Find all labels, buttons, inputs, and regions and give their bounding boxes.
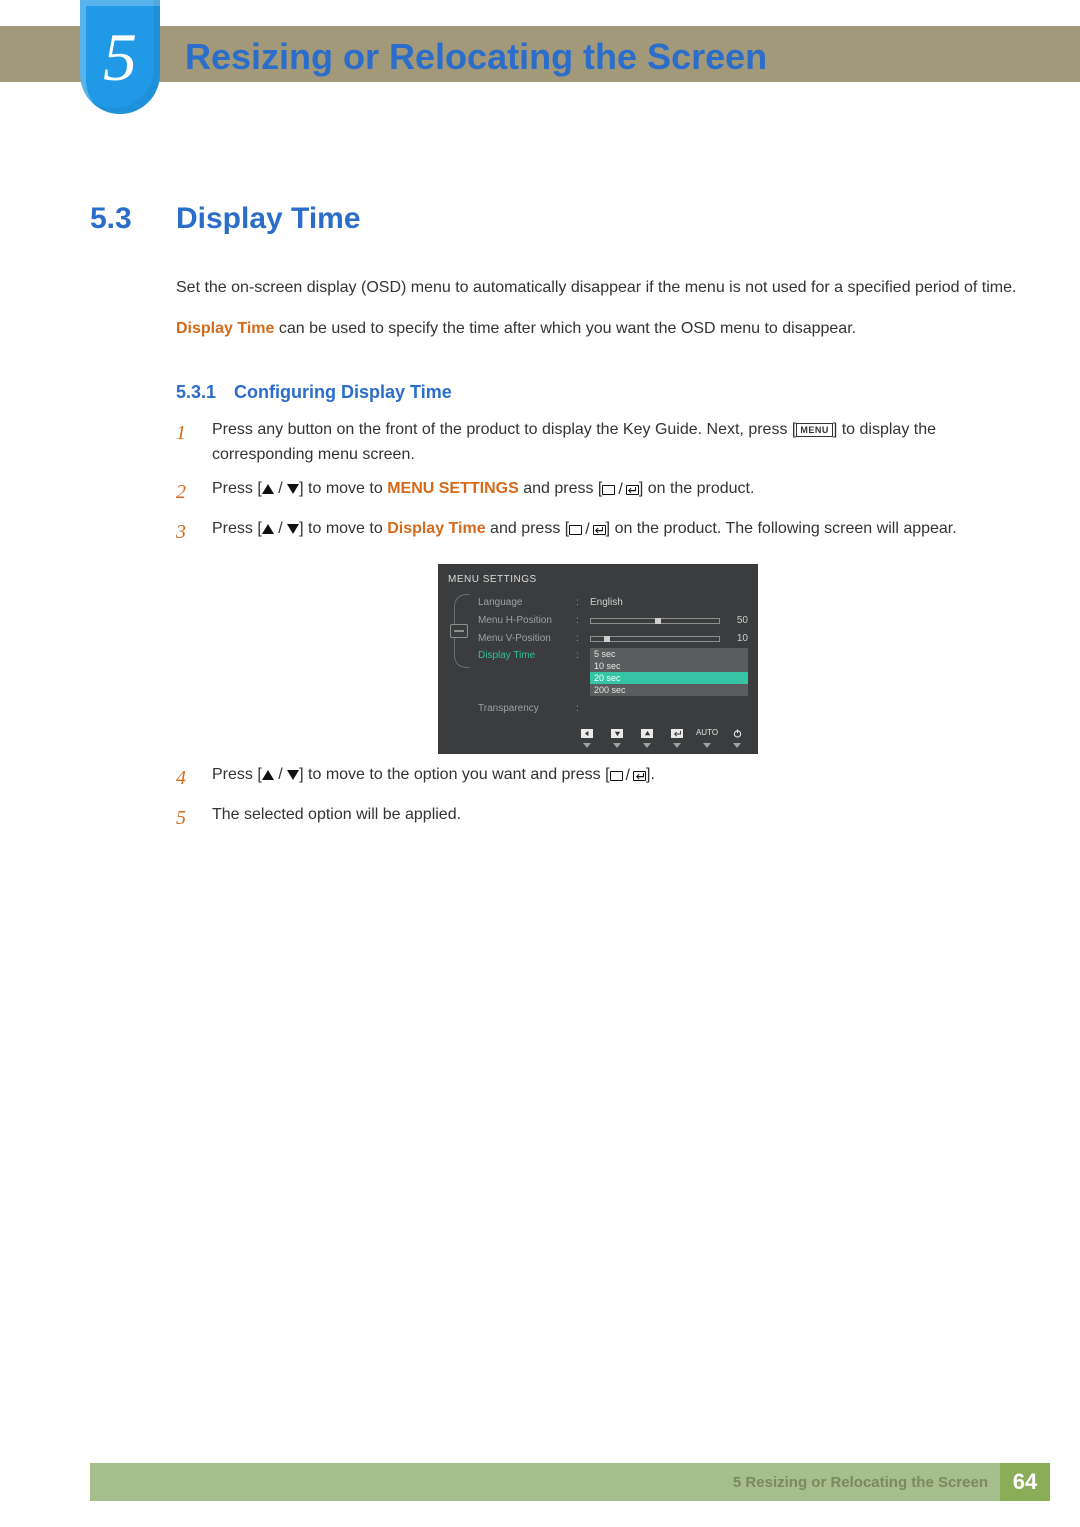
step-4: 4 Press [ / ] to move to the option you …	[176, 762, 1020, 794]
slider: 10	[590, 631, 748, 647]
slider-value: 50	[728, 613, 748, 629]
step-body: Press [ / ] to move to the option you wa…	[212, 762, 1020, 794]
footer-text: 5 Resizing or Relocating the Screen	[733, 1474, 1000, 1491]
osd-panel: MENU SETTINGS Language : English	[438, 564, 758, 754]
nav-up-button	[636, 728, 658, 750]
source-enter-icon: /	[610, 763, 646, 789]
step-number: 1	[176, 417, 194, 468]
source-enter-icon: /	[602, 477, 638, 503]
triangle-down-icon	[287, 484, 299, 494]
section-title: Display Time	[176, 202, 361, 236]
step-number: 5	[176, 802, 194, 834]
section-body: Set the on-screen display (OSD) menu to …	[176, 276, 1020, 342]
nav-back-button	[576, 728, 598, 750]
nav-power-button	[726, 728, 748, 750]
content-area: 5.3 Display Time Set the on-screen displ…	[90, 170, 1020, 842]
menu-icon	[450, 624, 468, 638]
dropdown: 5 sec 10 sec 20 sec 200 sec	[590, 648, 748, 696]
step-1: 1 Press any button on the front of the p…	[176, 417, 1020, 468]
chapter-title: Resizing or Relocating the Screen	[185, 36, 767, 78]
triangle-up-icon	[262, 484, 274, 494]
osd-nav-bar: AUTO	[448, 728, 748, 750]
osd-row-transparency: Transparency :	[478, 700, 748, 718]
osd-label: Menu V-Position	[478, 631, 570, 647]
step-body: Press [ / ] to move to MENU SETTINGS and…	[212, 476, 1020, 508]
footer-bar: 5 Resizing or Relocating the Screen 64	[90, 1463, 1050, 1501]
menu-key-icon: MENU	[796, 423, 833, 437]
step-number: 3	[176, 516, 194, 548]
osd-label: Menu H-Position	[478, 613, 570, 629]
osd-screenshot: MENU SETTINGS Language : English	[176, 564, 1020, 754]
subsection-heading: 5.3.1 Configuring Display Time	[176, 382, 1020, 403]
triangle-down-icon	[287, 524, 299, 534]
chapter-number: 5	[103, 18, 137, 97]
nav-enter-button	[666, 728, 688, 750]
intro-paragraph-1: Set the on-screen display (OSD) menu to …	[176, 276, 1020, 301]
triangle-down-icon	[287, 770, 299, 780]
dropdown-option: 5 sec	[590, 648, 748, 660]
osd-label: Transparency	[478, 701, 570, 717]
step-body: The selected option will be applied.	[212, 802, 1020, 834]
intro-paragraph-2: Display Time can be used to specify the …	[176, 317, 1020, 342]
menu-settings-label: MENU SETTINGS	[387, 480, 519, 497]
dropdown-option: 200 sec	[590, 684, 748, 696]
chapter-number-badge: 5	[80, 0, 160, 114]
subsection-title: Configuring Display Time	[234, 382, 452, 403]
step-5: 5 The selected option will be applied.	[176, 802, 1020, 834]
step-body: Press [ / ] to move to Display Time and …	[212, 516, 1020, 548]
step-number: 2	[176, 476, 194, 508]
dropdown-option: 10 sec	[590, 660, 748, 672]
osd-rail	[448, 594, 470, 718]
dropdown-option-highlight: 20 sec	[590, 672, 748, 684]
step-2: 2 Press [ / ] to move to MENU SETTINGS a…	[176, 476, 1020, 508]
osd-title: MENU SETTINGS	[448, 572, 748, 588]
osd-row-language: Language : English	[478, 594, 748, 612]
step-body: Press any button on the front of the pro…	[212, 417, 1020, 468]
slider: 50	[590, 613, 748, 629]
osd-row-hposition: Menu H-Position : 50	[478, 612, 748, 630]
nav-down-button	[606, 728, 628, 750]
subsection-number: 5.3.1	[176, 382, 216, 403]
osd-value: English	[590, 595, 623, 611]
display-time-label: Display Time	[387, 520, 485, 537]
step-number: 4	[176, 762, 194, 794]
section-number: 5.3	[90, 202, 148, 236]
display-time-label: Display Time	[176, 320, 274, 337]
osd-row-display-time: Display Time : 5 sec 10 sec 20 sec 200 s…	[478, 648, 748, 666]
osd-row-vposition: Menu V-Position : 10	[478, 630, 748, 648]
section-heading: 5.3 Display Time	[90, 202, 1020, 236]
step-3: 3 Press [ / ] to move to Display Time an…	[176, 516, 1020, 548]
steps-list: 1 Press any button on the front of the p…	[176, 417, 1020, 834]
intro-paragraph-2-tail: can be used to specify the time after wh…	[274, 320, 856, 337]
page-number-badge: 64	[1000, 1463, 1050, 1501]
osd-label-active: Display Time	[478, 648, 570, 664]
nav-auto-button: AUTO	[696, 728, 718, 750]
triangle-up-icon	[262, 770, 274, 780]
triangle-up-icon	[262, 524, 274, 534]
osd-label: Language	[478, 595, 570, 611]
source-enter-icon: /	[569, 517, 605, 543]
slider-value: 10	[728, 631, 748, 647]
